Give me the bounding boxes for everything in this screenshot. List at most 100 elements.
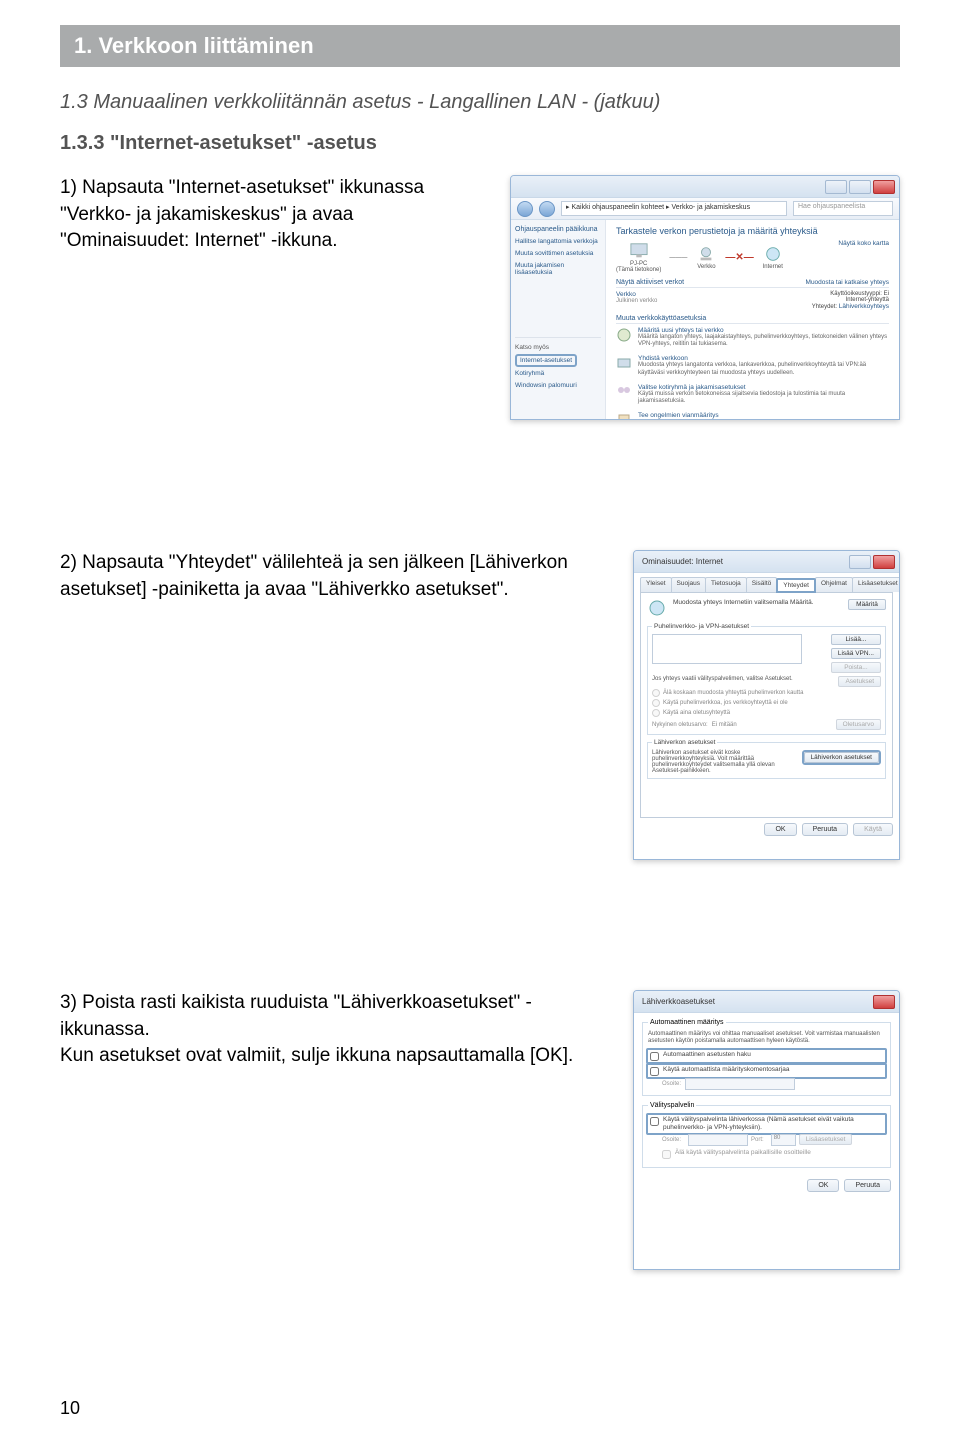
cancel-button[interactable]: Peruuta: [844, 1179, 891, 1192]
addvpn-button[interactable]: Lisää VPN...: [831, 648, 881, 659]
step-3-text: 3) Poista rasti kaikista ruuduista "Lähi…: [60, 990, 613, 1070]
dialog-title: Ominaisuudet: Internet: [642, 557, 723, 566]
pc-icon: PJ-PC (Tämä tietokone): [616, 242, 661, 273]
win-body: Ohjauspaneelin pääikkuna Hallitse langat…: [511, 220, 899, 419]
back-arrow-icon[interactable]: [517, 201, 533, 217]
maximize-button[interactable]: [849, 180, 871, 194]
disconnected-icon: —✕—: [725, 252, 753, 263]
help-button[interactable]: [849, 555, 871, 569]
active-networks-label: Näytä aktiiviset verkot: [616, 279, 684, 286]
default-button[interactable]: Oletusarvo: [836, 719, 881, 730]
dialup-legend: Puhelinverkko- ja VPN-asetukset: [652, 623, 751, 630]
cancel-button[interactable]: Peruuta: [802, 823, 849, 836]
tab-security[interactable]: Suojaus: [671, 577, 707, 592]
screenshot-2: Ominaisuudet: Internet Yleiset Suojaus T…: [633, 550, 900, 860]
option-link[interactable]: Valitse kotiryhmä ja jakamisasetukset: [638, 384, 889, 391]
step-1-text: 1) Napsauta "Internet-asetukset" ikkunas…: [60, 175, 490, 255]
minimize-button[interactable]: [825, 180, 847, 194]
screenshot-1: ▸ Kaikki ohjauspaneelin kohteet ▸ Verkko…: [510, 175, 900, 420]
dialog-buttons: OK Peruuta: [642, 1174, 891, 1192]
remove-button[interactable]: Poista...: [831, 662, 881, 673]
sidebar-item[interactable]: Muuta sovittimen asetuksia: [515, 250, 601, 258]
section-header: 1. Verkkoon liittäminen: [60, 25, 900, 67]
section-title: 1. Verkkoon liittäminen: [74, 33, 314, 58]
network-center-window: ▸ Kaikki ohjauspaneelin kohteet ▸ Verkko…: [510, 175, 900, 420]
tab-general[interactable]: Yleiset: [640, 577, 672, 592]
proxy-legend: Välityspalvelin: [648, 1102, 696, 1109]
ok-button[interactable]: OK: [764, 823, 796, 836]
tab-programs[interactable]: Ohjelmat: [815, 577, 853, 592]
screenshot-3: Lähiverkkoasetukset Automaattinen määrit…: [633, 990, 900, 1270]
homegroup-icon: [616, 384, 632, 400]
bypass-local-checkbox[interactable]: [662, 1150, 671, 1159]
useproxy-checkbox[interactable]: [650, 1117, 659, 1126]
close-button[interactable]: [873, 180, 895, 194]
page-number: 10: [60, 1398, 80, 1419]
step-1-row: 1) Napsauta "Internet-asetukset" ikkunas…: [60, 175, 900, 420]
option-link[interactable]: Tee ongelmien vianmääritys: [638, 412, 812, 419]
radio-ifnone[interactable]: [652, 699, 660, 707]
network-type: Julkinen verkko: [616, 298, 657, 304]
sidebar-item[interactable]: Kotiryhmä: [515, 370, 601, 378]
proxy-address-input[interactable]: [688, 1134, 748, 1146]
script-address-input[interactable]: [685, 1078, 795, 1090]
setup-icon: [616, 327, 632, 343]
close-button[interactable]: [873, 995, 895, 1009]
lan-group: Lähiverkon asetukset Lähiverkon asetukse…: [647, 739, 886, 779]
step-3-row: 3) Poista rasti kaikista ruuduista "Lähi…: [60, 990, 900, 1270]
proxy-port-input[interactable]: 80: [771, 1134, 796, 1146]
radio-never[interactable]: [652, 689, 660, 697]
dialog-body: Automaattinen määritys Automaattinen mää…: [634, 1013, 899, 1269]
close-button[interactable]: [873, 555, 895, 569]
dialog-titlebar: Ominaisuudet: Internet: [634, 551, 899, 573]
internet-icon: Internet: [762, 245, 784, 270]
view-map-link[interactable]: Näytä koko kartta: [838, 240, 889, 247]
sidebar-item[interactable]: Windowsin palomuuri: [515, 382, 601, 390]
tab-bar: Yleiset Suojaus Tietosuoja Sisältö Yhtey…: [640, 577, 893, 593]
setup-text: Muodosta yhteys Internetiin valitsemalla…: [673, 599, 842, 606]
tab-privacy[interactable]: Tietosuoja: [705, 577, 747, 592]
main-panel: Tarkastele verkon perustietoja ja määrit…: [606, 220, 899, 419]
sidebar-item[interactable]: Muuta jakamisen lisäasetuksia: [515, 262, 601, 278]
radio-always[interactable]: [652, 709, 660, 717]
ok-button[interactable]: OK: [807, 1179, 839, 1192]
tab-content[interactable]: Sisältö: [746, 577, 778, 592]
dialog-buttons: OK Peruuta Käytä: [640, 818, 893, 836]
search-input[interactable]: Hae ohjauspaneelista: [793, 201, 893, 216]
autoconfig-group: Automaattinen määritys Automaattinen mää…: [642, 1019, 891, 1096]
breadcrumb[interactable]: ▸ Kaikki ohjauspaneelin kohteet ▸ Verkko…: [561, 201, 787, 216]
win-titlebar: [511, 176, 899, 198]
setup-button[interactable]: Määritä: [848, 599, 886, 610]
lan-legend: Lähiverkon asetukset: [652, 739, 717, 746]
autoscript-checkbox[interactable]: [650, 1067, 659, 1076]
autoconfig-legend: Automaattinen määritys: [648, 1019, 726, 1026]
network-name[interactable]: Verkko: [616, 291, 657, 298]
internet-settings-link[interactable]: Internet-asetukset: [515, 354, 577, 367]
autodetect-checkbox[interactable]: [650, 1052, 659, 1061]
step-2-row: 2) Napsauta "Yhteydet" välilehteä ja sen…: [60, 550, 900, 860]
forward-arrow-icon[interactable]: [539, 201, 555, 217]
connect-link[interactable]: Muodosta tai katkaise yhteys: [806, 279, 889, 286]
connect-icon: [616, 355, 632, 371]
tab-connections[interactable]: Yhteydet: [776, 578, 816, 593]
connection-listbox[interactable]: [652, 634, 802, 664]
subheading: 1.3.3 "Internet-asetukset" -asetus: [60, 132, 900, 155]
sidebar-item[interactable]: Hallitse langattomia verkkoja: [515, 238, 601, 246]
lan-settings-button[interactable]: Lähiverkon asetukset: [804, 752, 879, 763]
sidebar-section: Katso myös: [515, 344, 601, 351]
apply-button[interactable]: Käytä: [853, 823, 893, 836]
subtitle: 1.3 Manuaalinen verkkoliitännän asetus -…: [60, 91, 900, 114]
add-button[interactable]: Lisää...: [831, 634, 881, 645]
settings-button[interactable]: Asetukset: [838, 676, 881, 687]
troubleshoot-icon: [616, 412, 632, 419]
autoconfig-info: Automaattinen määritys voi ohittaa manua…: [648, 1031, 885, 1045]
internet-properties-dialog: Ominaisuudet: Internet Yleiset Suojaus T…: [633, 550, 900, 860]
advanced-button[interactable]: Lisäasetukset: [799, 1134, 853, 1145]
option-link[interactable]: Määritä uusi yhteys tai verkko: [638, 327, 889, 334]
sidebar-title: Ohjauspaneelin pääikkuna: [515, 226, 601, 233]
change-settings-hdr: Muuta verkkokäyttöasetuksia: [616, 315, 889, 324]
step-2-text: 2) Napsauta "Yhteydet" välilehteä ja sen…: [60, 550, 613, 603]
option-link[interactable]: Yhdistä verkkoon: [638, 355, 889, 362]
tab-advanced[interactable]: Lisäasetukset: [852, 577, 899, 592]
main-title: Tarkastele verkon perustietoja ja määrit…: [616, 226, 889, 236]
